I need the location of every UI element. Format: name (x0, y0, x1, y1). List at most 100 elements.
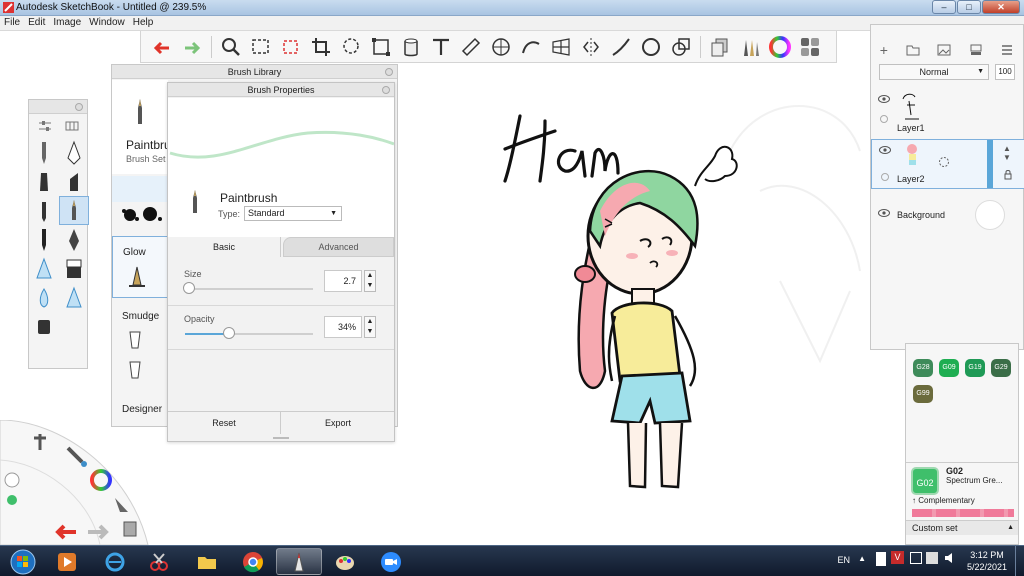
lasso-icon[interactable] (338, 34, 364, 60)
rect-select-icon[interactable] (248, 34, 274, 60)
fine-pen-tool-icon[interactable] (29, 225, 59, 254)
file-explorer-icon[interactable] (184, 548, 230, 575)
size-value[interactable]: 2.7 (324, 270, 362, 292)
sharpen-tool-icon[interactable] (59, 283, 89, 312)
color-swatch[interactable]: G99 (913, 385, 933, 403)
eraser-tool-icon[interactable] (59, 254, 89, 283)
smudge-brush-icon[interactable] (127, 330, 143, 350)
tray-expand-icon[interactable]: ▲ (858, 554, 866, 563)
merge-icon[interactable] (969, 44, 983, 56)
maximize-button[interactable]: □ (957, 0, 981, 14)
menu-icon[interactable] (1000, 44, 1014, 56)
eye-icon[interactable] (878, 209, 890, 217)
menu-edit[interactable]: Edit (24, 16, 49, 29)
fountain-pen-tool-icon[interactable] (59, 225, 89, 254)
export-button[interactable]: Export (282, 412, 394, 434)
crop-icon[interactable] (308, 34, 334, 60)
color-swatch[interactable]: G09 (939, 359, 959, 377)
sketchbook-taskbar-icon[interactable] (276, 548, 322, 575)
layer-item[interactable]: Background (871, 195, 1024, 231)
tab-advanced[interactable]: Advanced (283, 237, 394, 257)
color-swatch[interactable]: G28 (913, 359, 933, 377)
marker-tool-icon[interactable] (29, 167, 59, 196)
symmetry-icon[interactable] (578, 34, 604, 60)
current-color-swatch[interactable]: G02 (911, 467, 939, 495)
paint-icon[interactable] (322, 548, 368, 575)
antivirus-icon[interactable]: V (891, 551, 904, 564)
color-swatch[interactable]: G19 (965, 359, 985, 377)
custom-set-bar[interactable]: Custom set ▲ (906, 520, 1018, 535)
sliders-icon[interactable] (38, 120, 52, 132)
blur-tool-icon[interactable] (29, 283, 59, 312)
pen-tool-icon[interactable] (29, 196, 59, 225)
palette-icon[interactable] (797, 34, 823, 60)
circle-icon[interactable] (638, 34, 664, 60)
clock-date[interactable]: 5/22/2021 (964, 562, 1010, 572)
inking-pen-tool-icon[interactable] (59, 138, 89, 167)
layer-item[interactable]: Layer1 (871, 87, 1024, 137)
opacity-value[interactable]: 34% (324, 316, 362, 338)
minimize-button[interactable]: – (932, 0, 956, 14)
hard-eraser-tool-icon[interactable] (29, 312, 59, 341)
airbrush-tool-icon[interactable] (29, 254, 59, 283)
close-dot-icon[interactable] (382, 86, 390, 94)
folder-icon[interactable] (906, 44, 920, 56)
brush-set-bar[interactable] (112, 176, 168, 202)
redo-icon[interactable] (179, 34, 205, 60)
color-wheel-icon[interactable] (767, 34, 793, 60)
layer-reorder-icon[interactable]: ▲ ▼ (1003, 144, 1011, 162)
start-orb-icon[interactable] (0, 548, 46, 575)
zoom-app-icon[interactable] (368, 548, 414, 575)
layer-opacity-field[interactable]: 100 (995, 64, 1015, 80)
eye-icon[interactable] (879, 146, 891, 154)
usb-icon[interactable] (876, 552, 886, 566)
copy-icon[interactable] (707, 34, 733, 60)
add-layer-icon[interactable]: + (880, 42, 888, 58)
background-color-swatch[interactable] (975, 200, 1005, 230)
pencil-tool-icon[interactable] (29, 138, 59, 167)
menu-help[interactable]: Help (129, 16, 158, 29)
layer-lock-icon[interactable] (881, 173, 889, 181)
resize-grip[interactable] (273, 437, 289, 439)
close-button[interactable]: ✕ (982, 0, 1020, 14)
show-desktop-button[interactable] (1015, 546, 1024, 576)
stroke-icon[interactable] (608, 34, 634, 60)
menu-file[interactable]: File (0, 16, 24, 29)
clock-time[interactable]: 3:12 PM (964, 550, 1010, 560)
size-stepper[interactable]: ▲ ▼ (364, 270, 376, 292)
volume-icon[interactable] (944, 552, 956, 564)
blend-mode-dropdown[interactable]: Normal ▼ (879, 64, 989, 80)
ellipse-guide-icon[interactable] (488, 34, 514, 60)
type-dropdown[interactable]: Standard ▼ (244, 206, 342, 221)
size-slider-knob[interactable] (182, 282, 195, 294)
shape-icon[interactable] (668, 34, 694, 60)
menu-window[interactable]: Window (85, 16, 129, 29)
splatter-brush-icon[interactable] (120, 205, 166, 228)
grid-view-icon[interactable] (65, 120, 79, 132)
close-dot-icon[interactable] (385, 68, 393, 76)
glow-brush-set[interactable]: Glow (112, 236, 168, 298)
language-indicator[interactable]: EN (837, 555, 850, 565)
size-slider-track[interactable] (185, 288, 313, 290)
transform-icon[interactable] (368, 34, 394, 60)
opacity-slider-knob[interactable] (222, 327, 235, 339)
reset-button[interactable]: Reset (168, 412, 281, 434)
snipping-tool-icon[interactable] (136, 548, 182, 575)
complementary-strip[interactable] (912, 509, 1014, 517)
smudge-brush-icon[interactable] (127, 360, 143, 380)
layer-item-selected[interactable]: Layer2 ▲ ▼ (871, 139, 1024, 189)
chisel-marker-tool-icon[interactable] (59, 167, 89, 196)
close-dot-icon[interactable] (75, 103, 83, 111)
network-icon[interactable] (926, 552, 938, 564)
perspective-icon[interactable] (548, 34, 574, 60)
eye-icon[interactable] (878, 95, 890, 103)
text-icon[interactable] (428, 34, 454, 60)
paintbrush-tool-icon[interactable] (59, 196, 89, 225)
opacity-stepper[interactable]: ▲ ▼ (364, 316, 376, 338)
ruler-icon[interactable] (458, 34, 484, 60)
lock-icon[interactable] (1004, 170, 1012, 180)
zoom-icon[interactable] (218, 34, 244, 60)
media-player-icon[interactable] (44, 548, 90, 575)
tab-basic[interactable]: Basic (168, 237, 281, 257)
image-icon[interactable] (937, 44, 951, 56)
